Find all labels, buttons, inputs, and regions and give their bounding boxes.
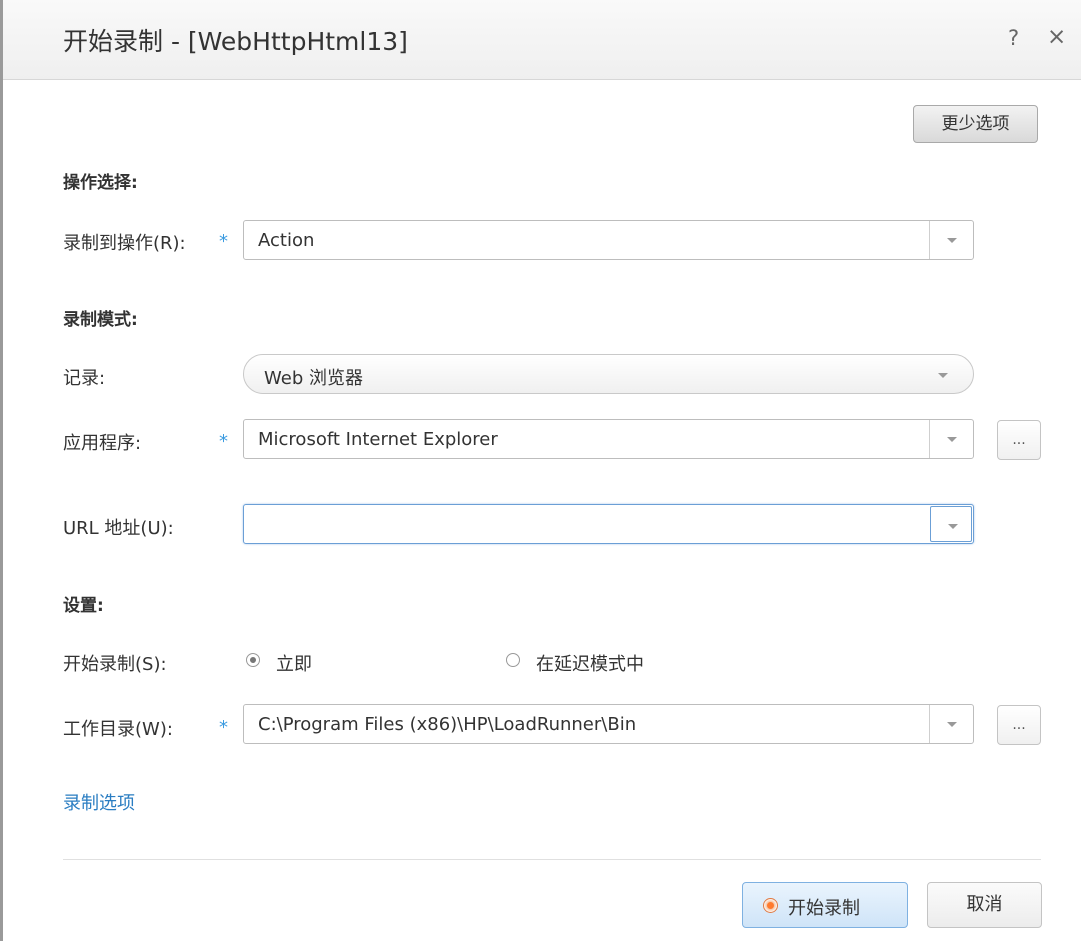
record-type-dropdown[interactable]: Web 浏览器 bbox=[243, 354, 974, 394]
close-icon[interactable]: × bbox=[1047, 24, 1066, 50]
radio-unselected-icon bbox=[506, 653, 520, 667]
required-star-icon: * bbox=[219, 231, 228, 252]
radio-delayed-label: 在延迟模式中 bbox=[536, 654, 644, 675]
radio-immediate-label: 立即 bbox=[276, 654, 312, 675]
chevron-down-icon[interactable] bbox=[929, 221, 973, 259]
record-icon bbox=[763, 898, 778, 913]
settings-section-title: 设置: bbox=[63, 596, 104, 616]
cancel-button[interactable]: 取消 bbox=[927, 882, 1042, 928]
dialog-titlebar: 开始录制 - [WebHttpHtml13] ? × bbox=[3, 0, 1081, 80]
required-star-icon: * bbox=[219, 717, 228, 738]
working-dir-label: 工作目录(W): bbox=[63, 719, 173, 740]
divider bbox=[63, 859, 1041, 860]
window-edge bbox=[0, 0, 3, 941]
browse-working-dir-button[interactable]: ... bbox=[997, 705, 1041, 745]
chevron-down-icon[interactable] bbox=[929, 705, 973, 743]
record-type-value: Web 浏览器 bbox=[264, 368, 363, 389]
mode-section-title: 录制模式: bbox=[63, 310, 138, 330]
start-recording-label: 开始录制(S): bbox=[63, 654, 167, 675]
working-dir-value: C:\Program Files (x86)\HP\LoadRunner\Bin bbox=[258, 714, 637, 735]
fewer-options-button[interactable]: 更少选项 bbox=[913, 105, 1038, 143]
start-recording-label: 开始录制 bbox=[788, 898, 860, 919]
recording-options-link[interactable]: 录制选项 bbox=[63, 789, 135, 815]
action-section-title: 操作选择: bbox=[63, 173, 138, 193]
record-to-action-label: 录制到操作(R): bbox=[63, 233, 186, 254]
dialog-title: 开始录制 - [WebHttpHtml13] bbox=[63, 27, 408, 56]
application-combobox[interactable]: Microsoft Internet Explorer bbox=[243, 419, 974, 459]
application-label: 应用程序: bbox=[63, 433, 142, 454]
chevron-down-icon[interactable] bbox=[929, 420, 973, 458]
url-label: URL 地址(U): bbox=[63, 518, 174, 539]
start-recording-button[interactable]: 开始录制 bbox=[742, 882, 908, 928]
radio-selected-icon bbox=[246, 653, 260, 667]
record-label: 记录: bbox=[63, 368, 106, 389]
browse-application-button[interactable]: ... bbox=[997, 420, 1041, 460]
url-input[interactable] bbox=[243, 504, 974, 544]
chevron-down-icon[interactable] bbox=[930, 506, 972, 542]
help-icon[interactable]: ? bbox=[1008, 26, 1019, 50]
application-value: Microsoft Internet Explorer bbox=[258, 429, 498, 450]
required-star-icon: * bbox=[219, 431, 228, 452]
chevron-down-icon bbox=[938, 373, 948, 378]
working-dir-combobox[interactable]: C:\Program Files (x86)\HP\LoadRunner\Bin bbox=[243, 704, 974, 744]
record-to-action-value: Action bbox=[258, 230, 315, 251]
record-to-action-combobox[interactable]: Action bbox=[243, 220, 974, 260]
